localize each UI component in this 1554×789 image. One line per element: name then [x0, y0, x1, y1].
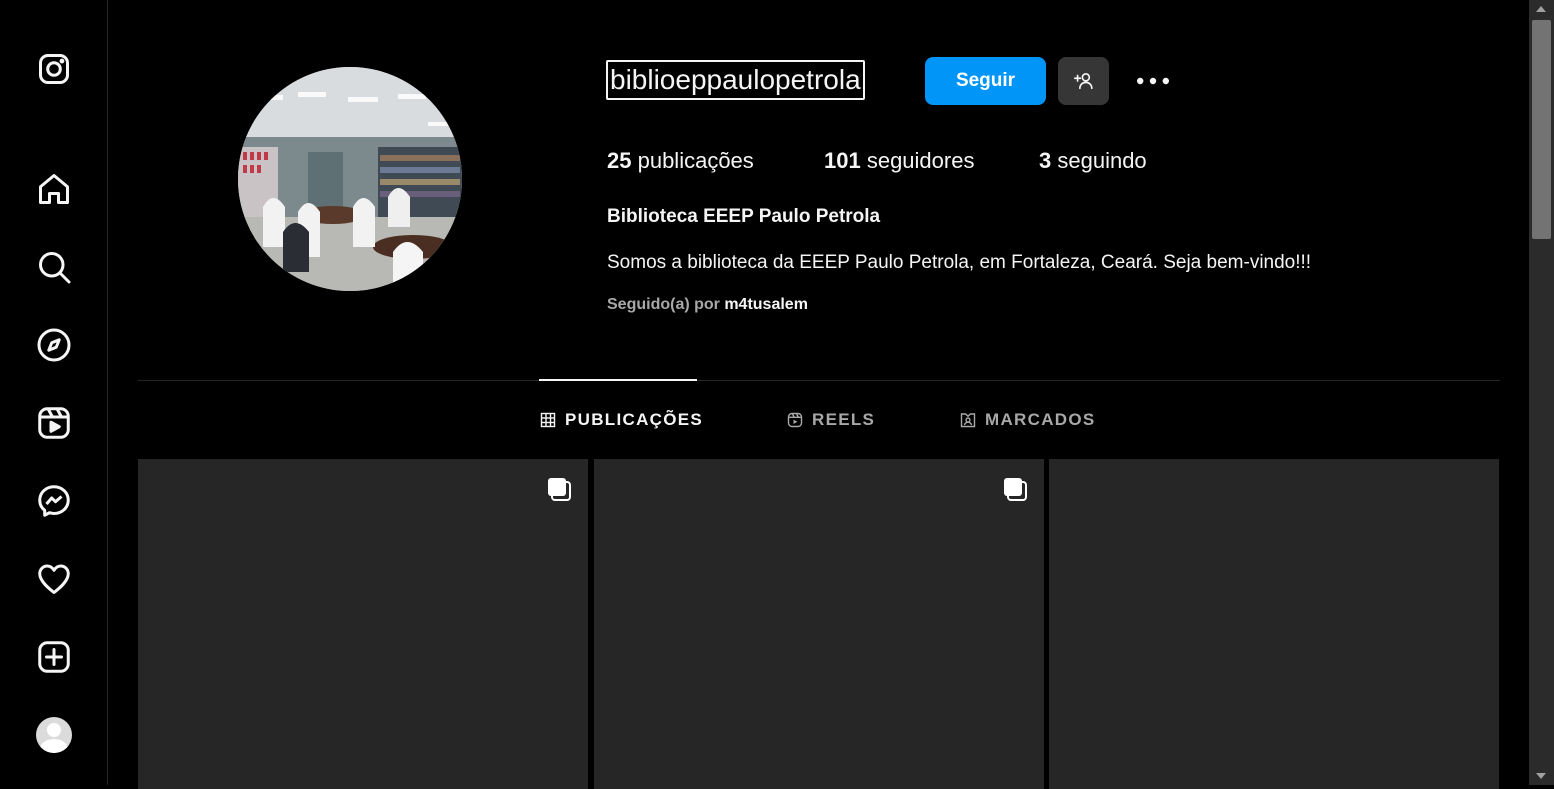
search-icon[interactable]	[34, 247, 74, 287]
profile-picture[interactable]	[238, 67, 462, 291]
posts-count-label: publicações	[631, 148, 754, 173]
home-icon[interactable]	[34, 169, 74, 209]
reels-icon[interactable]	[34, 403, 74, 443]
profile-bio: Somos a biblioteca da EEEP Paulo Petrola…	[607, 252, 1312, 273]
following-count-label: seguindo	[1051, 148, 1147, 173]
following-count-value: 3	[1039, 148, 1052, 173]
heart-icon[interactable]	[34, 559, 74, 599]
followed-by-user-link[interactable]: m4tusalem	[724, 296, 808, 313]
scroll-down-arrow[interactable]	[1536, 773, 1546, 779]
tab-tagged-label: MARCADOS	[985, 410, 1096, 429]
carousel-icon	[1004, 478, 1027, 501]
more-options-button[interactable]	[1132, 66, 1174, 96]
following-link[interactable]: 3 seguindo	[1039, 148, 1147, 174]
posts-count-value: 25	[607, 148, 632, 173]
post-thumbnail[interactable]	[594, 459, 1044, 789]
tab-posts[interactable]: PUBLICAÇÕES	[540, 408, 703, 432]
create-plus-icon[interactable]	[34, 637, 74, 677]
more-dots-icon	[1137, 77, 1169, 85]
scrollbar-thumb[interactable]	[1532, 20, 1551, 239]
posts-count: 25 publicações	[607, 148, 754, 174]
post-thumbnail[interactable]	[1049, 459, 1499, 789]
followers-count-value: 101	[824, 148, 861, 173]
tagged-icon	[960, 413, 976, 428]
suggested-accounts-button[interactable]	[1058, 57, 1109, 105]
reels-icon	[787, 412, 803, 428]
follow-button[interactable]: Seguir	[925, 57, 1046, 105]
explore-compass-icon[interactable]	[34, 325, 74, 365]
add-person-icon	[1073, 73, 1093, 90]
followed-by: Seguido(a) por m4tusalem	[607, 296, 808, 314]
followers-count-label: seguidores	[860, 148, 975, 173]
grid-icon	[540, 412, 556, 428]
profile-username: biblioeppaulopetrola	[606, 60, 865, 100]
instagram-logo-icon[interactable]	[34, 49, 74, 89]
scroll-up-arrow[interactable]	[1536, 6, 1546, 12]
active-tab-indicator	[539, 379, 697, 381]
tabs-divider	[138, 380, 1500, 381]
messenger-icon[interactable]	[34, 481, 74, 521]
profile-avatar[interactable]	[36, 717, 72, 753]
profile-full-name: Biblioteca EEEP Paulo Petrola	[607, 206, 881, 227]
followers-link[interactable]: 101 seguidores	[824, 148, 974, 174]
post-thumbnail[interactable]	[138, 459, 588, 789]
tab-reels[interactable]: REELS	[787, 408, 875, 432]
tab-tagged[interactable]: MARCADOS	[960, 408, 1096, 432]
followed-by-prefix: Seguido(a) por	[607, 296, 725, 313]
tab-posts-label: PUBLICAÇÕES	[565, 410, 704, 429]
tab-reels-label: REELS	[812, 410, 876, 429]
sidebar	[0, 0, 108, 785]
carousel-icon	[548, 478, 571, 501]
page-scrollbar[interactable]	[1529, 0, 1554, 785]
